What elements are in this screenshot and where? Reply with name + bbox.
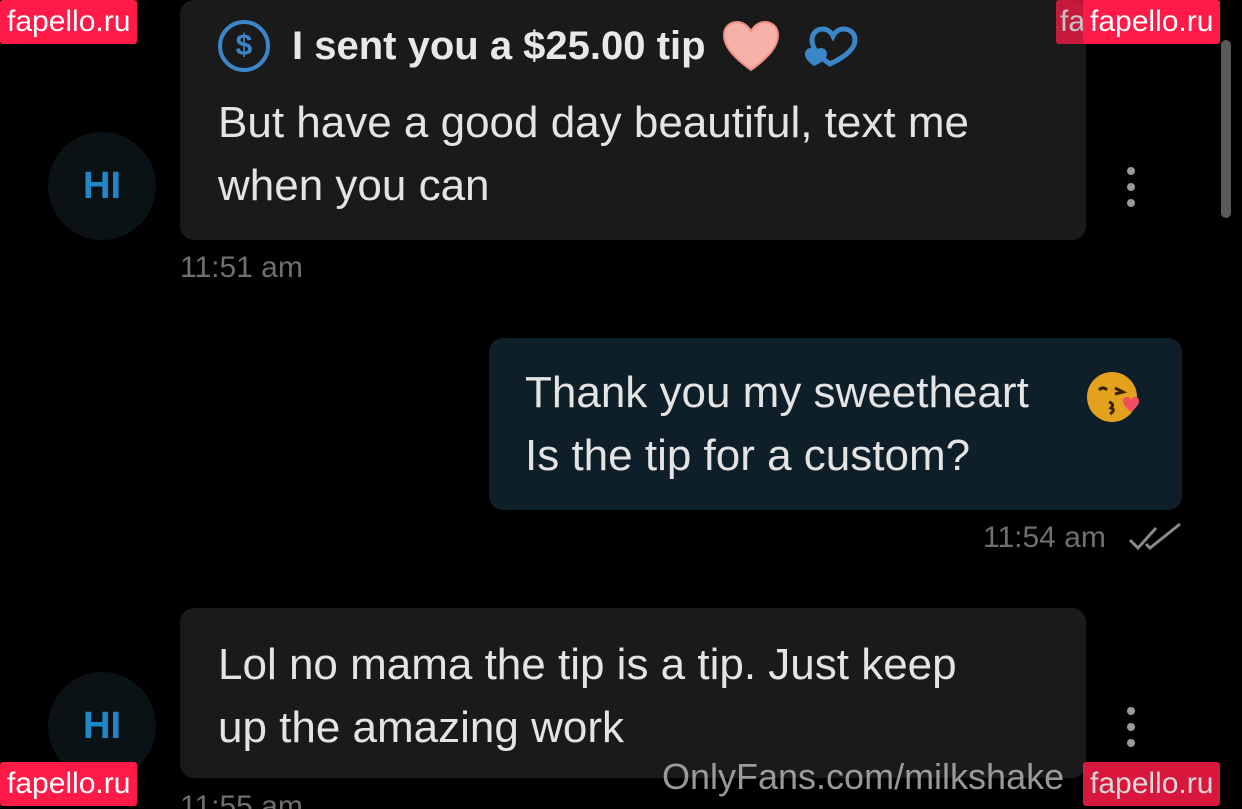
more-vertical-icon[interactable]: [1120, 707, 1142, 747]
message-body: But have a good day beautiful, text me w…: [218, 98, 969, 210]
tip-text: I sent you a $25.00 tip: [292, 23, 706, 68]
sender-avatar[interactable]: HI: [48, 132, 156, 240]
dollar-circle-icon: $: [218, 20, 270, 72]
watermark-bottom-right: fapello.ru: [1083, 762, 1221, 806]
double-check-icon: [1128, 522, 1182, 559]
incoming-message[interactable]: Lol no mama the tip is a tip. Just keep …: [180, 608, 1086, 778]
tip-line: $ I sent you a $25.00 tip: [218, 20, 864, 72]
message-body: Lol no mama the tip is a tip. Just keep …: [218, 640, 957, 752]
avatar-initials: HI: [83, 704, 121, 747]
pink-heart-icon: [722, 20, 780, 72]
message-body: Thank you my sweetheart Is the tip for a…: [525, 368, 1029, 480]
avatar-initials: HI: [83, 164, 121, 207]
blue-hearts-icon: [802, 20, 864, 72]
outgoing-message[interactable]: Thank you my sweetheart Is the tip for a…: [489, 338, 1182, 510]
more-vertical-icon[interactable]: [1120, 167, 1142, 207]
face-blowing-kiss-icon: [1085, 368, 1143, 431]
message-timestamp: 11:55 am: [180, 790, 303, 809]
message-timestamp: 11:51 am: [180, 251, 303, 284]
watermark-bottom-left: fapello.ru: [0, 762, 138, 806]
onlyfans-watermark: OnlyFans.com/milkshake: [662, 756, 1065, 797]
scrollbar[interactable]: [1221, 40, 1231, 218]
watermark-top-left: fapello.ru: [0, 0, 138, 44]
chat-screen: HI $ I sent you a $25.00 tip But have a …: [0, 0, 1242, 809]
message-timestamp: 11:54 am: [983, 521, 1106, 554]
watermark-top-right: fapello.ru: [1083, 0, 1221, 44]
incoming-tip-message[interactable]: $ I sent you a $25.00 tip But have a goo…: [180, 0, 1086, 240]
